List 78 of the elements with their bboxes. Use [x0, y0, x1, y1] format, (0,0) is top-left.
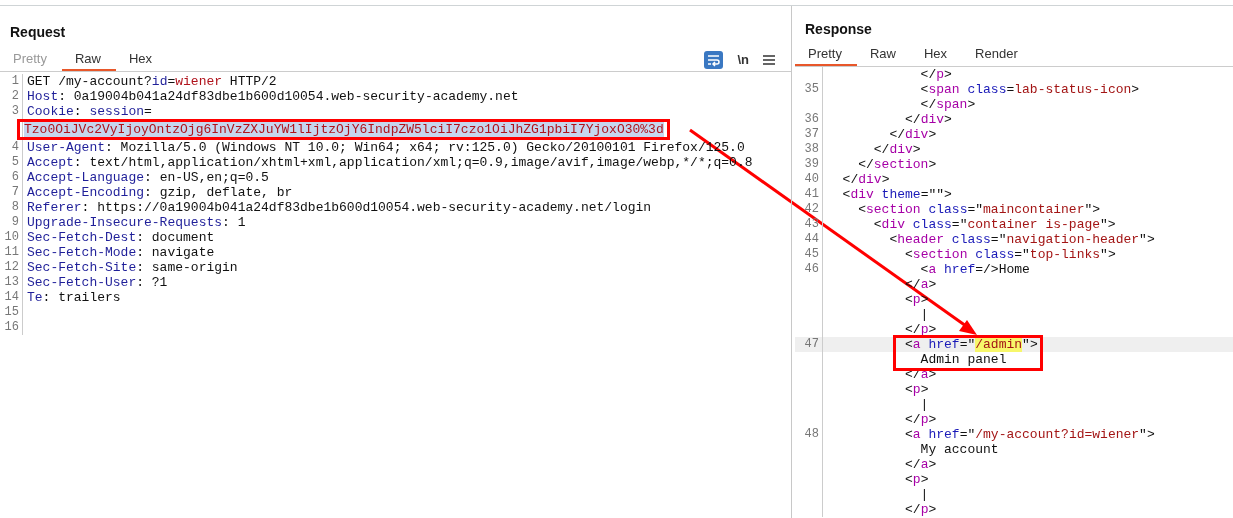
code-line: GET /my-account?id=wiener HTTP/2 [26, 74, 277, 89]
code-line: </p> [904, 502, 937, 517]
line-number: 44 [795, 232, 823, 247]
line-number: 5 [0, 155, 23, 170]
tab[interactable]: Raw [856, 43, 911, 66]
code-line: Sec-Fetch-Site: same-origin [26, 260, 238, 275]
code-line: Referer: https://0a19004b041a24df83dbe1b600d10054.web-security-academy.net/login [26, 200, 652, 215]
code-line: <section class="maincontainer"> [857, 202, 1101, 217]
code-line: Sec-Fetch-User: ?1 [26, 275, 168, 290]
line-number: 8 [0, 200, 23, 215]
line-number: 12 [0, 260, 23, 275]
code-line: </div> [841, 172, 890, 187]
code-line: <p> [904, 382, 929, 397]
newline-toggle[interactable]: \n [737, 52, 749, 67]
line-number: 37 [795, 127, 823, 142]
code-line: </p> [904, 322, 937, 337]
line-number: 16 [0, 320, 23, 335]
code-line: Upgrade-Insecure-Requests: 1 [26, 215, 246, 230]
line-number: 38 [795, 142, 823, 157]
code-line: Accept-Language: en-US,en;q=0.5 [26, 170, 269, 185]
line-number: 4 [0, 140, 23, 155]
code-line: Cookie: session= [26, 104, 152, 119]
line-number: 3 [0, 104, 23, 119]
code-line: </div> [904, 112, 952, 127]
code-line: Accept-Encoding: gzip, deflate, br [26, 185, 293, 200]
code-line: </a> [904, 457, 937, 472]
tab[interactable]: Render [962, 43, 1033, 66]
tab[interactable]: Hex [116, 48, 168, 71]
line-number: 41 [795, 187, 823, 202]
line-number: 45 [795, 247, 823, 262]
line-number: 35 [795, 82, 823, 97]
line-number: 1 [0, 74, 23, 89]
code-line: <a href=/>Home [919, 262, 1030, 277]
code-line: | [919, 307, 929, 322]
code-line: <a href="/admin"> [904, 337, 1038, 352]
code-line: </div> [888, 127, 937, 142]
code-line: <header class="navigation-header"> [888, 232, 1155, 247]
line-number: 43 [795, 217, 823, 232]
code-line: </p> [904, 412, 937, 427]
code-line: Admin panel [919, 352, 1007, 367]
line-number: 14 [0, 290, 23, 305]
code-line: Sec-Fetch-Dest: document [26, 230, 215, 245]
code-line: </section> [857, 157, 937, 172]
line-number: 46 [795, 262, 823, 277]
line-number: 42 [795, 202, 823, 217]
code-line: <div theme=""> [841, 187, 952, 202]
code-line: </span> [919, 97, 976, 112]
code-line: </p> [919, 67, 952, 82]
code-line: <div class="container is-page"> [872, 217, 1116, 232]
tab[interactable]: Raw [61, 48, 116, 71]
line-number: 10 [0, 230, 23, 245]
tab[interactable]: Pretty [795, 43, 857, 66]
line-number: 11 [0, 245, 23, 260]
code-line: Sec-Fetch-Mode: navigate [26, 245, 215, 260]
line-number: 7 [0, 185, 23, 200]
code-line: Host: 0a19004b041a24df83dbe1b600d10054.web-security-academy.net [26, 89, 519, 104]
code-line: Te: trailers [26, 290, 121, 305]
line-number: 48 [795, 427, 823, 442]
code-line: | [919, 397, 929, 412]
panel-title: Response [804, 20, 873, 39]
line-number: 39 [795, 157, 823, 172]
line-number: 47 [795, 337, 823, 352]
line-number: 40 [795, 172, 823, 187]
code-line: | [919, 487, 929, 502]
code-line: <section class="top-links"> [904, 247, 1116, 262]
line-number: 6 [0, 170, 23, 185]
code-line: </div> [872, 142, 921, 157]
line-number: 15 [0, 305, 23, 320]
tab[interactable]: Hex [911, 43, 963, 66]
code-line: <span class=lab-status-icon> [919, 82, 1140, 97]
line-number: 13 [0, 275, 23, 290]
line-number: 36 [795, 112, 823, 127]
code-line: <a href="/my-account?id=wiener"> [904, 427, 1155, 442]
panel-title: Request [9, 23, 67, 42]
line-number: 2 [0, 89, 23, 104]
line-number: 9 [0, 215, 23, 230]
code-line: My account [919, 442, 999, 457]
code-line: <p> [904, 472, 929, 487]
